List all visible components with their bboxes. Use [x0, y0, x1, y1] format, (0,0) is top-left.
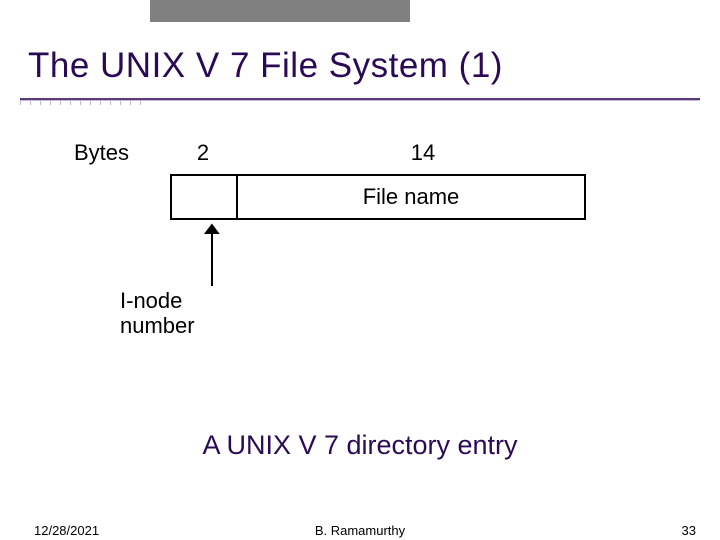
- title-ticks: [20, 101, 700, 106]
- filename-label: File name: [363, 184, 460, 210]
- inode-number-label: I-node number: [120, 288, 195, 339]
- bytes-label: Bytes: [70, 140, 170, 166]
- arrow-line: [211, 232, 213, 286]
- bytes-col-2: 2: [170, 140, 236, 166]
- slide-title: The UNIX V 7 File System (1): [28, 46, 503, 86]
- arrow-head-icon: ▲: [199, 224, 226, 232]
- entry-boxes: File name: [170, 174, 610, 220]
- footer-page-number: 33: [682, 523, 696, 538]
- footer-author: B. Ramamurthy: [0, 523, 720, 538]
- directory-entry-diagram: Bytes 2 14 File name: [70, 136, 610, 220]
- top-accent-bar: [150, 0, 410, 22]
- slide: The UNIX V 7 File System (1) Bytes 2 14 …: [0, 0, 720, 540]
- bytes-col-14: 14: [236, 140, 610, 166]
- arrow-to-inode: ▲: [203, 224, 221, 286]
- filename-field-box: File name: [236, 174, 586, 220]
- bytes-header-row: Bytes 2 14: [70, 136, 610, 170]
- slide-caption: A UNIX V 7 directory entry: [0, 430, 720, 461]
- inode-line2: number: [120, 313, 195, 338]
- inode-field-box: [170, 174, 236, 220]
- inode-line1: I-node: [120, 288, 182, 313]
